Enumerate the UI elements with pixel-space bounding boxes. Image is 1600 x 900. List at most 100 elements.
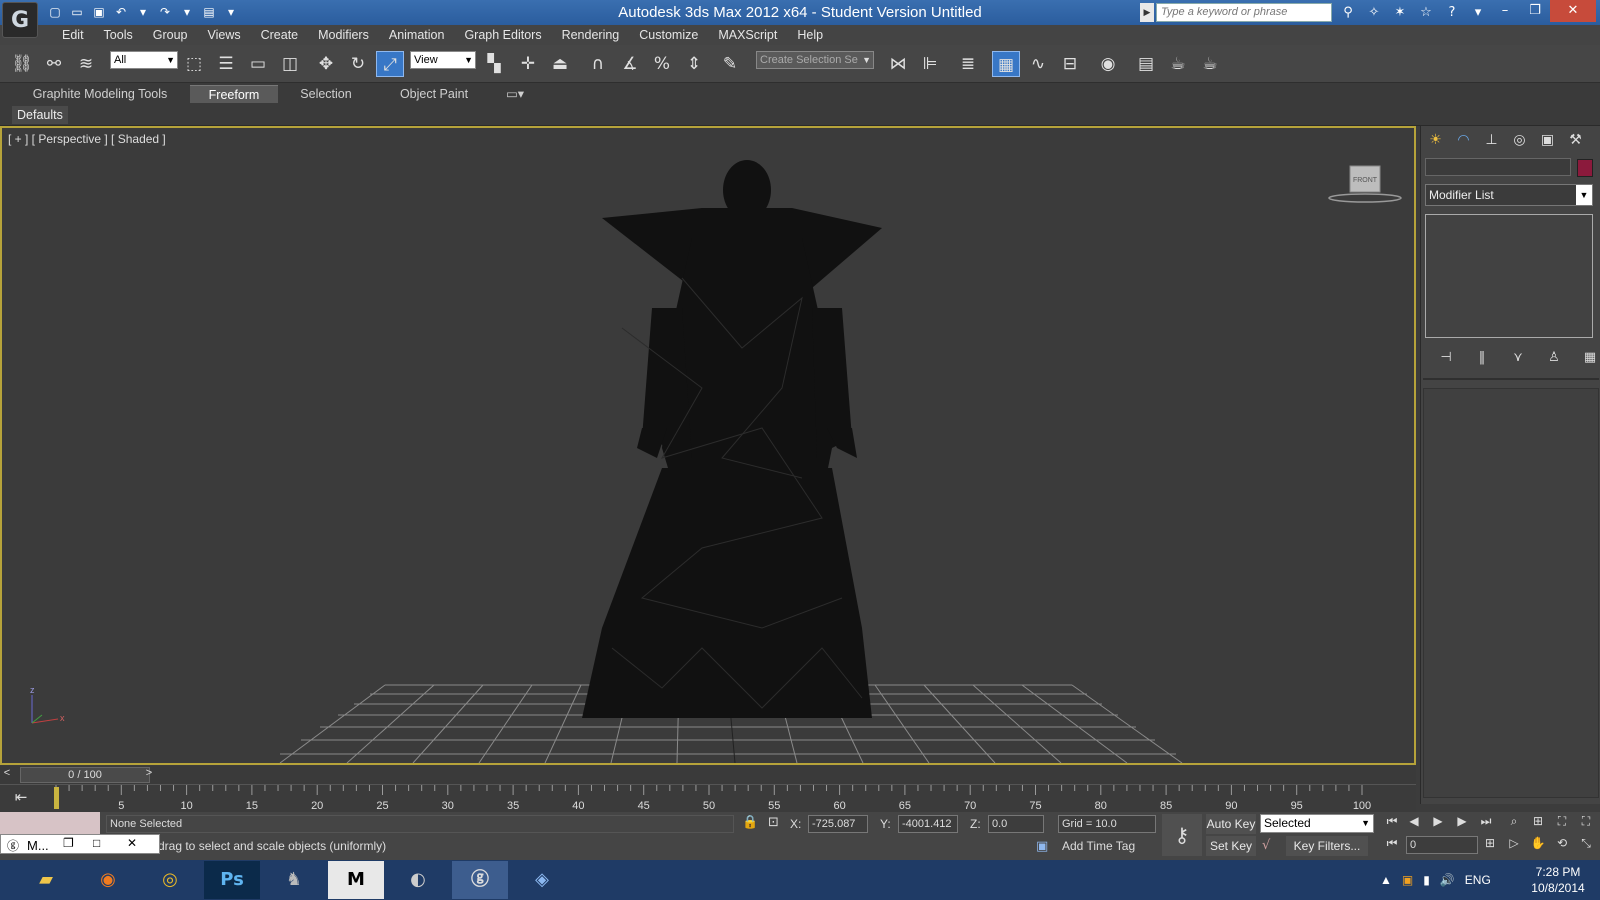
menu-help[interactable]: Help	[787, 25, 833, 45]
redo-icon[interactable]: ↷	[156, 3, 174, 21]
communication-icon[interactable]: ✶	[1390, 3, 1410, 22]
named-selection-dropdown[interactable]: Create Selection Se ▼	[756, 51, 874, 69]
3ds-max-taskbar-icon[interactable]: ⓖ	[452, 861, 508, 899]
track-bar[interactable]: ⇤ 5 10 15 20 25 30 35 40 45 50 55 60 65 70 75 80 85 90 95 1…	[0, 784, 1416, 812]
tab-selection[interactable]: Selection	[290, 85, 362, 103]
new-file-icon[interactable]: ▢	[46, 3, 64, 21]
time-tag-icon[interactable]: ▣	[1036, 839, 1048, 854]
other-app-icon[interactable]: ◈	[514, 861, 570, 899]
network-icon[interactable]: ▮	[1423, 873, 1430, 887]
display-tab-icon[interactable]: ▣	[1537, 130, 1558, 151]
current-frame-marker[interactable]	[54, 787, 59, 809]
key-mode-toggle-icon[interactable]: ⏮	[1382, 836, 1402, 854]
close-mini-icon[interactable]: ✕	[127, 836, 137, 850]
remove-modifier-icon[interactable]: ♙	[1543, 348, 1565, 368]
media-player-icon[interactable]: ◐	[390, 861, 446, 899]
curve-editor-icon[interactable]: ∿	[1024, 51, 1052, 77]
graphite-toggle-icon[interactable]: ▦	[992, 51, 1020, 77]
rendered-frame-window-icon[interactable]: ☕	[1164, 51, 1192, 77]
absolute-mode-icon[interactable]: ⊡	[768, 815, 779, 830]
restore-mini-icon[interactable]: ❐	[63, 836, 74, 850]
make-unique-icon[interactable]: ⋎	[1507, 348, 1529, 368]
search-expand-icon[interactable]: ▶	[1140, 3, 1154, 22]
project-folder-icon[interactable]: ▤	[200, 3, 218, 21]
subscription-icon[interactable]: ✧	[1364, 3, 1384, 22]
set-key-icon[interactable]: ⚷	[1162, 814, 1202, 856]
menu-maxscript[interactable]: MAXScript	[708, 25, 787, 45]
zoom-all-icon[interactable]: ⊞	[1528, 814, 1548, 832]
go-to-start-icon[interactable]: ⏮	[1382, 814, 1402, 832]
zoom-extents-all-icon[interactable]: ⛶	[1576, 814, 1596, 832]
render-production-icon[interactable]: ☕	[1196, 51, 1224, 77]
key-filters-button[interactable]: Key Filters...	[1286, 836, 1368, 856]
menu-tools[interactable]: Tools	[94, 25, 143, 45]
tray-app-icon[interactable]: ▣	[1402, 873, 1413, 887]
defaults-panel-button[interactable]: Defaults	[12, 106, 68, 124]
time-slider-next-button[interactable]: >	[142, 767, 156, 783]
menu-customize[interactable]: Customize	[629, 25, 708, 45]
show-end-result-icon[interactable]: ‖	[1471, 348, 1493, 368]
object-color-swatch[interactable]	[1577, 159, 1593, 177]
percent-snap-icon[interactable]: %	[648, 51, 676, 77]
restore-button[interactable]: ❐	[1520, 0, 1550, 22]
align-icon[interactable]: ⊫	[916, 51, 944, 77]
maxscript-listener-mini[interactable]	[0, 812, 100, 834]
keyboard-shortcut-override-icon[interactable]: ⏏	[546, 51, 574, 77]
select-by-name-icon[interactable]: ☰	[212, 51, 240, 77]
close-button[interactable]: ✕	[1550, 0, 1596, 22]
add-time-tag-button[interactable]: Add Time Tag	[1062, 839, 1135, 853]
menu-group[interactable]: Group	[143, 25, 198, 45]
field-of-view-icon[interactable]: ▷	[1504, 836, 1524, 854]
redo-dropdown-icon[interactable]: ▾	[178, 3, 196, 21]
reference-coordinate-dropdown[interactable]: View ▼	[410, 51, 476, 69]
x-coordinate-field[interactable]: -725.087	[808, 815, 868, 833]
minimize-button[interactable]: –	[1490, 0, 1520, 22]
qat-customize-icon[interactable]: ▾	[222, 3, 240, 21]
select-scale-icon[interactable]: ⤢	[376, 51, 404, 77]
key-tangent-icon[interactable]: √	[1262, 838, 1270, 853]
frame-ruler[interactable]: 5 10 15 20 25 30 35 40 45 50 55 60 65 70 75 80 85 90 95 100	[52, 785, 1372, 813]
ribbon-options-icon[interactable]: ▭▾	[500, 85, 530, 103]
undo-icon[interactable]: ↶	[112, 3, 130, 21]
create-tab-icon[interactable]: ☀	[1425, 130, 1446, 151]
key-mode-dropdown[interactable]: Selected ▼	[1260, 814, 1374, 833]
select-rotate-icon[interactable]: ↻	[344, 51, 372, 77]
binoculars-icon[interactable]: ⚲	[1338, 3, 1358, 22]
selection-lock-icon[interactable]: 🔒	[742, 815, 758, 830]
file-explorer-icon[interactable]: ▰	[18, 861, 74, 899]
schematic-view-icon[interactable]: ⊟	[1056, 51, 1084, 77]
tab-object-paint[interactable]: Object Paint	[384, 85, 484, 103]
menu-create[interactable]: Create	[251, 25, 309, 45]
layer-manager-icon[interactable]: ≣	[954, 51, 982, 77]
maximize-viewport-icon[interactable]: ⤡	[1576, 836, 1596, 854]
help-dropdown-icon[interactable]: ▾	[1468, 3, 1488, 22]
minimized-window-tab[interactable]: ⓖ M... ❐ □ ✕	[0, 834, 160, 854]
unlink-icon[interactable]: ⚯	[40, 51, 68, 77]
material-editor-icon[interactable]: ◉	[1094, 51, 1122, 77]
favorites-star-icon[interactable]: ☆	[1416, 3, 1436, 22]
utilities-tab-icon[interactable]: ⚒	[1565, 130, 1586, 151]
time-slider-thumb[interactable]: 0 / 100	[20, 767, 150, 783]
bind-spacewarp-icon[interactable]: ≋	[72, 51, 100, 77]
modifier-stack[interactable]	[1425, 214, 1593, 338]
edit-named-selection-icon[interactable]: ✎	[716, 51, 744, 77]
next-frame-icon[interactable]: ▶	[1452, 814, 1472, 832]
configure-modifier-sets-icon[interactable]: ▦	[1579, 348, 1600, 368]
mirror-icon[interactable]: ⋈	[884, 51, 912, 77]
window-crossing-icon[interactable]: ◫	[276, 51, 304, 77]
modify-tab-icon[interactable]: ◠	[1453, 130, 1474, 151]
render-setup-icon[interactable]: ▤	[1132, 51, 1160, 77]
maximize-mini-icon[interactable]: □	[93, 836, 100, 850]
pin-stack-icon[interactable]: ⊣	[1435, 348, 1457, 368]
menu-animation[interactable]: Animation	[379, 25, 455, 45]
rectangular-selection-icon[interactable]: ▭	[244, 51, 272, 77]
mini-curve-editor-icon[interactable]: ⇤	[8, 788, 34, 810]
menu-edit[interactable]: Edit	[52, 25, 94, 45]
save-icon[interactable]: ▣	[90, 3, 108, 21]
language-indicator[interactable]: ENG	[1465, 873, 1491, 887]
search-input[interactable]: Type a keyword or phrase	[1156, 3, 1332, 22]
time-configuration-icon[interactable]: ⊞	[1480, 836, 1500, 854]
current-frame-field[interactable]: 0	[1406, 836, 1478, 854]
pivot-center-icon[interactable]: ▚	[480, 51, 508, 77]
object-name-field[interactable]	[1425, 158, 1571, 176]
